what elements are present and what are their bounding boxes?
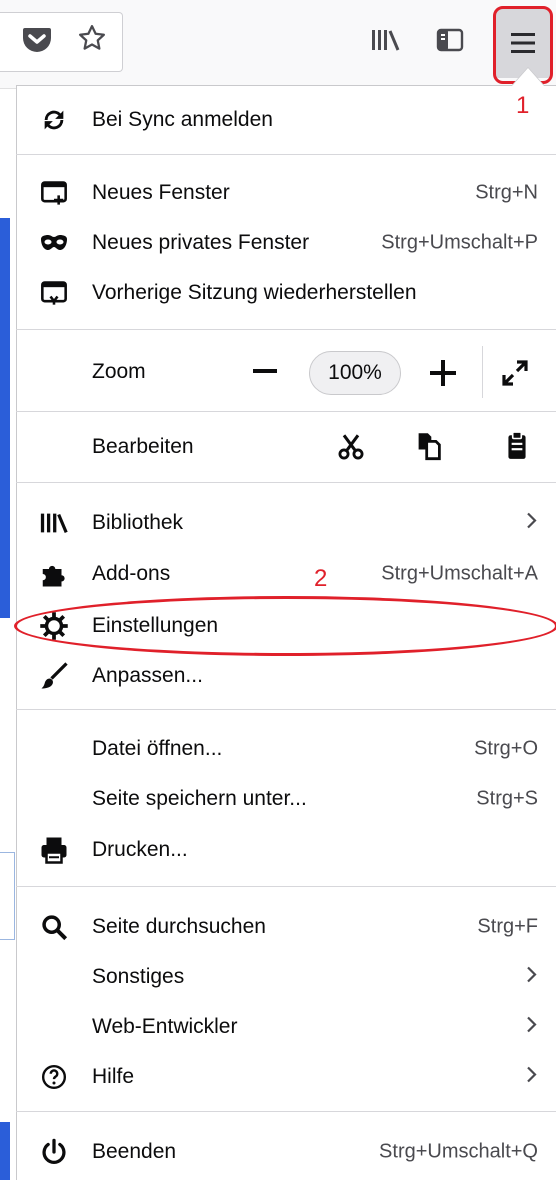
menu-separator (16, 482, 556, 483)
menu-item-more[interactable]: Sonstiges (16, 951, 556, 1003)
plus-icon (430, 360, 456, 386)
private-mask-icon (38, 227, 70, 259)
menu-item-shortcut: Strg+F (477, 915, 538, 938)
menu-separator (16, 329, 556, 330)
fullscreen-icon (502, 360, 528, 386)
menu-item-shortcut: Strg+N (475, 181, 538, 204)
page-box-hint (0, 852, 15, 940)
help-icon (38, 1061, 70, 1093)
cut-icon (338, 434, 364, 460)
copy-button[interactable] (412, 428, 446, 464)
search-icon (38, 911, 70, 943)
pocket-icon[interactable] (20, 22, 54, 56)
printer-icon (38, 834, 70, 866)
menu-item-open-file[interactable]: Datei öffnen... Strg+O (16, 723, 556, 775)
restore-session-icon (38, 277, 70, 309)
zoom-label: Zoom (92, 360, 146, 383)
annotation-step-2: 2 (314, 565, 328, 592)
menu-item-shortcut: Strg+Umschalt+P (381, 231, 538, 254)
menu-item-shortcut: Strg+Umschalt+A (381, 562, 538, 585)
zoom-separator (482, 346, 483, 398)
menu-item-label: Seite speichern unter... (92, 787, 307, 810)
zoom-out-button[interactable] (250, 356, 280, 386)
menu-separator (16, 1111, 556, 1112)
chevron-right-icon (526, 512, 538, 535)
chevron-right-icon (526, 1066, 538, 1089)
menu-separator (16, 886, 556, 887)
menu-item-label: Beenden (92, 1140, 177, 1163)
fullscreen-button[interactable] (498, 356, 532, 390)
sync-icon (38, 104, 70, 136)
new-window-icon (38, 177, 70, 209)
menu-item-restore-session[interactable]: Vorherige Sitzung wiederherstellen (16, 267, 556, 319)
zoom-reset-button[interactable]: 100% (309, 351, 401, 395)
menu-item-print[interactable]: Drucken... (16, 824, 556, 876)
library-icon[interactable] (368, 24, 404, 56)
menu-separator (16, 154, 556, 155)
menu-item-label: Seite durchsuchen (92, 915, 266, 938)
annotation-ellipse-settings (14, 596, 556, 656)
menu-item-addons[interactable]: Add-ons Strg+Umschalt+A (16, 548, 556, 600)
cut-button[interactable] (334, 430, 368, 464)
edit-label: Bearbeiten (92, 435, 194, 458)
menu-item-find[interactable]: Seite durchsuchen Strg+F (16, 901, 556, 953)
page-accent-bar-bottom (0, 1122, 10, 1180)
menu-item-help[interactable]: Hilfe (16, 1051, 556, 1103)
menu-item-label: Add-ons (92, 562, 171, 585)
menu-item-customize[interactable]: Anpassen... (16, 650, 556, 702)
menu-item-label: Neues Fenster (92, 181, 230, 204)
library-icon (38, 507, 70, 539)
menu-separator (16, 411, 556, 412)
menu-item-shortcut: Strg+Umschalt+Q (379, 1140, 538, 1163)
menu-item-zoom: Zoom (16, 346, 556, 398)
menu-item-edit: Bearbeiten (16, 421, 556, 473)
menu-item-shortcut: Strg+S (476, 787, 538, 810)
menu-item-label: Datei öffnen... (92, 737, 223, 760)
menu-item-private-window[interactable]: Neues privates Fenster Strg+Umschalt+P (16, 217, 556, 269)
menu-item-save-page[interactable]: Seite speichern unter... Strg+S (16, 773, 556, 825)
menu-item-label: Sonstiges (92, 965, 185, 988)
chevron-right-icon (526, 1016, 538, 1039)
menu-separator (16, 709, 556, 710)
menu-item-label: Bei Sync anmelden (92, 108, 273, 131)
menu-item-library[interactable]: Bibliothek (16, 497, 556, 549)
menu-item-label: Web-Entwickler (92, 1015, 238, 1038)
paste-icon (508, 431, 526, 459)
chevron-right-icon (526, 966, 538, 989)
bookmark-star-icon[interactable] (74, 20, 110, 56)
copy-icon (418, 433, 441, 461)
minus-icon (253, 369, 277, 373)
menu-item-label: Neues privates Fenster (92, 231, 310, 254)
panel-arrow (512, 68, 544, 86)
menu-item-label: Anpassen... (92, 664, 203, 687)
power-icon (38, 1136, 70, 1168)
menu-item-label: Vorherige Sitzung wiederherstellen (92, 281, 417, 304)
menu-item-new-window[interactable]: Neues Fenster Strg+N (16, 167, 556, 219)
menu-item-quit[interactable]: Beenden Strg+Umschalt+Q (16, 1126, 556, 1178)
paste-button[interactable] (500, 428, 534, 464)
page-accent-bar (0, 218, 10, 618)
menu-item-label: Drucken... (92, 838, 188, 861)
menu-item-label: Bibliothek (92, 511, 184, 534)
puzzle-icon (38, 558, 70, 590)
menu-item-sync[interactable]: Bei Sync anmelden (16, 94, 556, 146)
sidebar-icon[interactable] (432, 24, 468, 56)
paintbrush-icon (38, 660, 70, 692)
menu-item-shortcut: Strg+O (474, 737, 538, 760)
menu-item-web-developer[interactable]: Web-Entwickler (16, 1001, 556, 1053)
menu-item-label: Hilfe (92, 1065, 135, 1088)
zoom-in-button[interactable] (426, 356, 460, 390)
